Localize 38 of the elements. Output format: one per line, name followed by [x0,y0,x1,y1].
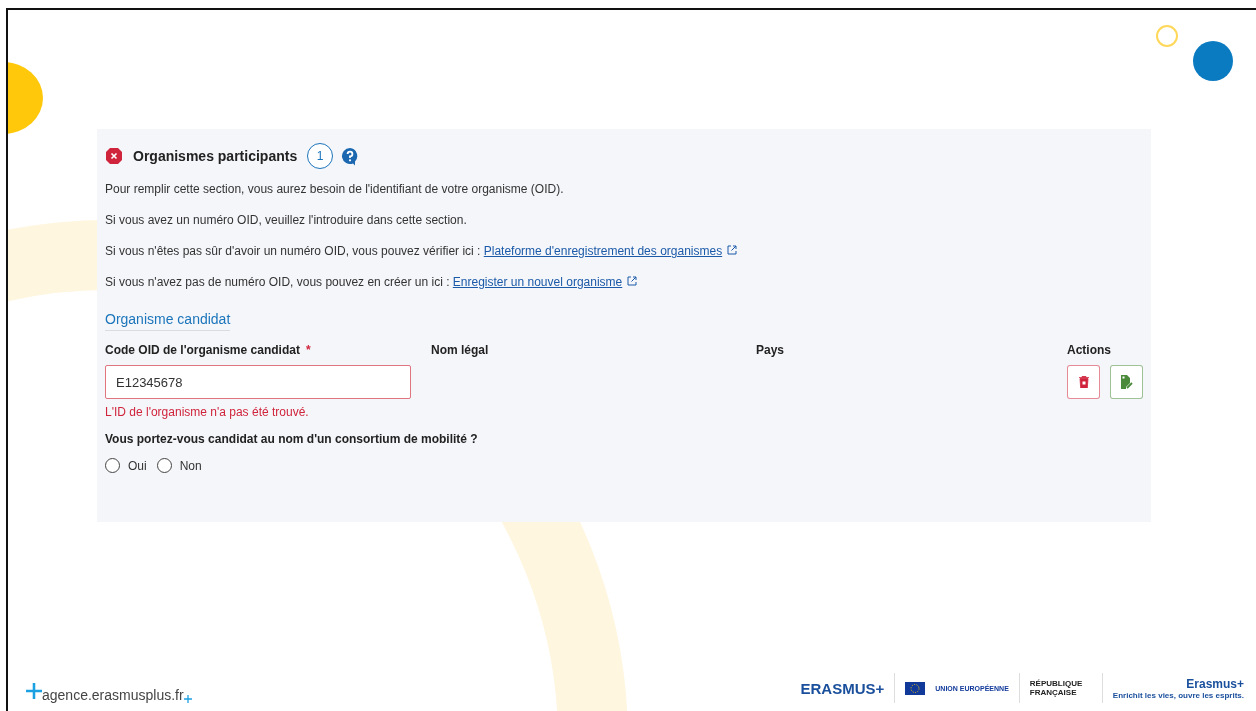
info-text: Si vous avez un numéro OID, veuillez l'introduire dans cette section. [105,212,468,228]
trash-icon [1078,376,1089,388]
radio-circle[interactable] [156,458,172,473]
field-label: Code OID de l'organisme candidat * [105,343,312,357]
external-link[interactable]: Enregister un nouvel organisme [452,275,638,289]
external-link[interactable]: Plateforme d'enregistrement des organismes [483,244,738,258]
decorative-ring [1156,25,1178,47]
required-mark: * [305,343,311,357]
question-label: Vous portez-vous candidat au nom d'un consortium de mobilité ? [105,432,479,446]
info-text: Si vous n'êtes pas sûr d'avoir un numéro OID, vous pouvez vérifier ici : Plateforme d'enregistrement des organismes [105,243,1143,259]
plus-icon [183,695,192,703]
oid-input-field[interactable]: E12345678 [105,365,411,399]
logo-text: Erasmus+ [1186,676,1244,691]
info-text: Pour remplir cette section, vous aurez besoin de l'identifiant de votre organisme (OID). [105,181,565,197]
document-edit-icon [1120,375,1133,389]
column-header: Pays [756,343,786,357]
count-badge: 1 [307,143,334,169]
edit-button[interactable] [1110,365,1143,399]
website-url: agence.erasmusplus.fr [42,687,184,703]
tagline: Enrichit les vies, ouvre les esprits. [1112,690,1244,700]
external-link-icon [627,276,638,286]
subsection-heading: Organisme candidat [105,311,231,331]
external-link-icon [727,245,738,255]
radio-option[interactable]: Oui [105,458,147,473]
plus-icon [26,683,42,699]
error-message: L'ID de l'organisme n'a pas été trouvé. [105,405,310,419]
info-text: Si vous n'avez pas de numéro OID, vous pouvez en créer un ici : Enregister un nouvel organisme [105,274,1143,290]
column-header: Actions [1067,343,1112,357]
delete-button[interactable] [1067,365,1100,399]
radio-option[interactable]: Non [156,458,202,473]
flag-icon [905,681,926,695]
logo-text: RÉPUBLIQUE FRANÇAISE [1029,679,1084,697]
column-header: Nom légal [431,343,490,357]
logo-text: ERASMUS+ [800,679,885,697]
section-title: Organismes participants [133,148,298,164]
radio-circle[interactable] [105,458,120,473]
help-icon[interactable] [341,146,360,166]
decorative-circle [1193,41,1233,81]
